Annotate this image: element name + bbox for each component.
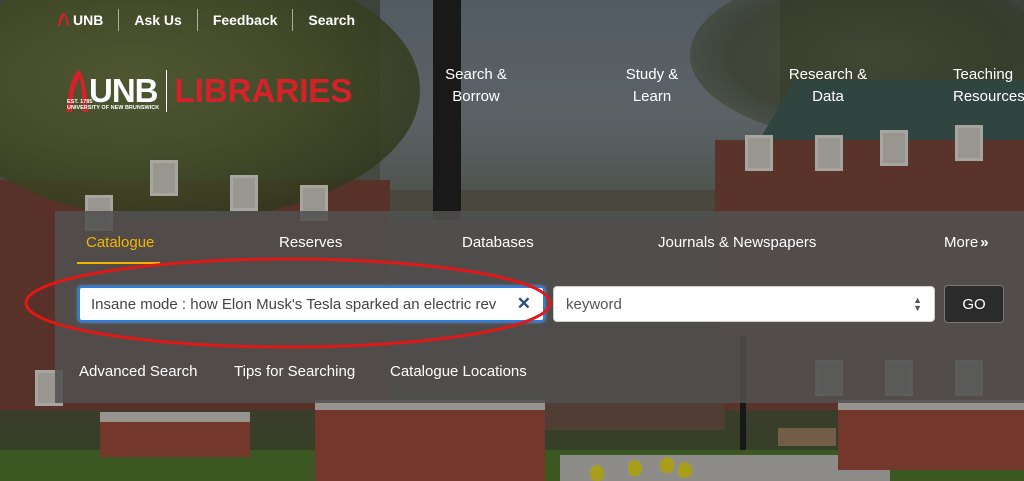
nav-study-learn[interactable]: Study & Learn: [587, 64, 717, 108]
search-panel: Catalogue Reserves Databases Journals & …: [55, 211, 1024, 403]
active-tab-indicator: [77, 262, 160, 264]
nav-search-borrow[interactable]: Search & Borrow: [411, 64, 541, 108]
catalogue-search-input[interactable]: Insane mode : how Elon Musk's Tesla spar…: [78, 286, 545, 322]
unb-logo-icon: [58, 13, 69, 26]
tab-catalogue[interactable]: Catalogue: [86, 233, 154, 253]
tab-journals-newspapers[interactable]: Journals & Newspapers: [658, 233, 816, 253]
utility-feedback-link[interactable]: Feedback: [196, 9, 293, 31]
search-query-value: Insane mode : how Elon Musk's Tesla spar…: [91, 295, 497, 313]
catalogue-locations-link[interactable]: Catalogue Locations: [390, 362, 527, 382]
utility-ask-us-link[interactable]: Ask Us: [118, 9, 196, 31]
utility-brand-label: UNB: [73, 12, 104, 28]
tab-databases[interactable]: Databases: [462, 233, 534, 253]
unb-libraries-logo[interactable]: UNB EST. 1785 UNIVERSITY OF NEW BRUNSWICK…: [65, 66, 352, 116]
advanced-search-link[interactable]: Advanced Search: [79, 362, 197, 382]
logo-libraries-text: LIBRARIES: [174, 72, 353, 109]
tab-more-label: More: [944, 234, 979, 251]
search-type-value: keyword: [566, 295, 622, 313]
double-chevron-right-icon: »: [980, 234, 989, 251]
nav-teaching-resources[interactable]: Teaching Resources: [953, 64, 1024, 108]
select-updown-icon: ▲ ▼: [913, 295, 922, 313]
utility-unb-link[interactable]: UNB: [55, 9, 118, 31]
clear-search-icon[interactable]: ✕: [517, 295, 531, 313]
go-button[interactable]: GO: [944, 285, 1004, 323]
logo-divider: [165, 70, 167, 112]
tab-more[interactable]: More»: [944, 233, 989, 253]
nav-research-data[interactable]: Research & Data: [763, 64, 893, 108]
utility-bar: UNB Ask Us Feedback Search: [55, 0, 370, 40]
logo-subtitle: EST. 1785 UNIVERSITY OF NEW BRUNSWICK: [67, 99, 160, 111]
tab-reserves[interactable]: Reserves: [279, 233, 342, 253]
search-type-select[interactable]: keyword ▲ ▼: [553, 286, 935, 322]
utility-search-link[interactable]: Search: [292, 9, 370, 31]
tips-for-searching-link[interactable]: Tips for Searching: [234, 362, 355, 382]
